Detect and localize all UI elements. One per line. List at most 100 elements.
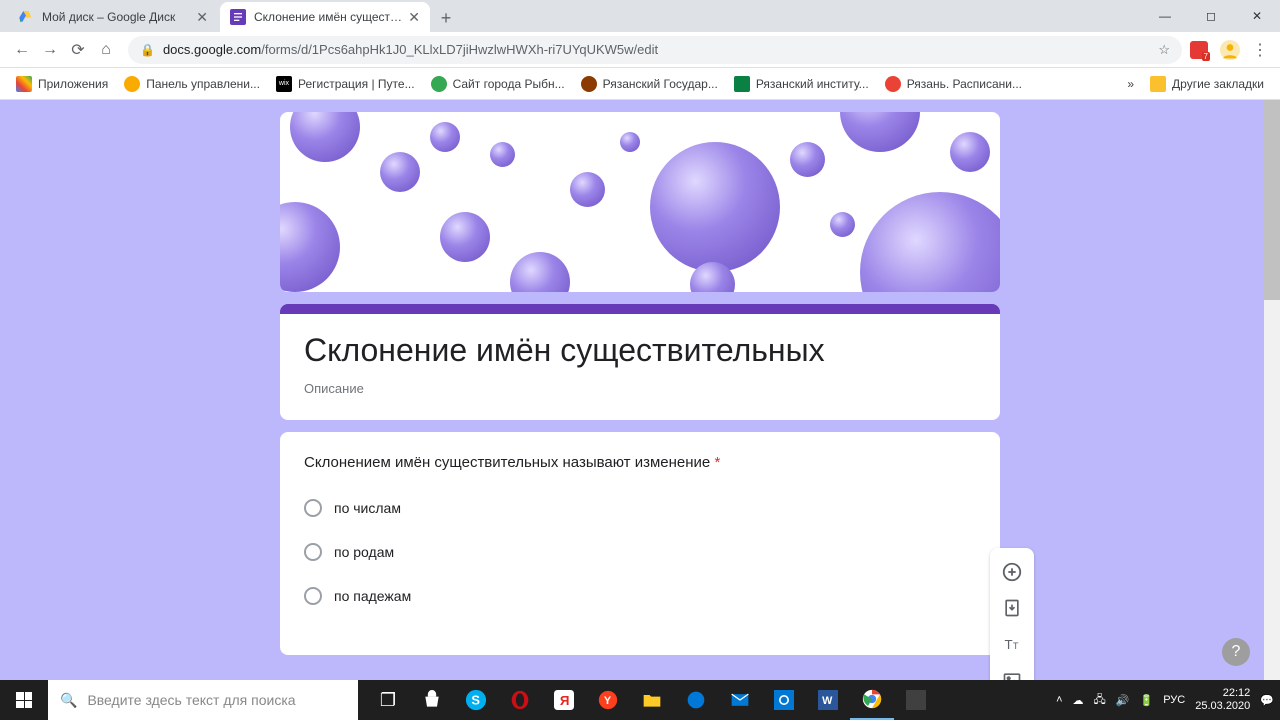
bookmark-icon: wix: [276, 76, 292, 92]
scrollbar[interactable]: [1264, 100, 1280, 680]
search-icon: 🔍: [60, 692, 77, 709]
minimize-button[interactable]: —: [1142, 0, 1188, 32]
chrome-icon[interactable]: [850, 680, 894, 720]
form-title[interactable]: Склонение имён существительных: [304, 332, 976, 369]
tab-drive[interactable]: Мой диск – Google Диск ✕: [8, 2, 218, 32]
bookmark-icon: [734, 76, 750, 92]
system-tray: ˄ ☁ 🖧 🔊 🔋 РУС 22:12 25.03.2020 💬: [1056, 687, 1280, 713]
network-icon[interactable]: 🖧: [1094, 691, 1106, 710]
radio-icon[interactable]: [304, 499, 322, 517]
radio-icon[interactable]: [304, 543, 322, 561]
notifications-icon[interactable]: 💬: [1260, 694, 1274, 707]
close-icon[interactable]: ✕: [196, 9, 208, 26]
other-bookmarks[interactable]: Другие закладки: [1142, 71, 1272, 97]
question-card[interactable]: Склонением имён существительных называют…: [280, 432, 1000, 655]
bookmark-item[interactable]: Рязань. Расписани...: [877, 71, 1030, 97]
bookmark-item[interactable]: wixРегистрация | Путе...: [268, 71, 423, 97]
forms-icon: [230, 9, 246, 25]
apps-button[interactable]: Приложения: [8, 71, 116, 97]
yandex-browser-icon[interactable]: Y: [586, 680, 630, 720]
home-button[interactable]: ⌂: [92, 36, 120, 64]
reload-button[interactable]: ⟳: [64, 36, 92, 64]
edge-icon[interactable]: [674, 680, 718, 720]
menu-icon[interactable]: ⋮: [1252, 40, 1268, 60]
required-marker: *: [714, 454, 720, 471]
svg-text:Y: Y: [604, 695, 612, 707]
bookmark-item[interactable]: Рязанский институ...: [726, 71, 877, 97]
yandex-icon[interactable]: Я: [542, 680, 586, 720]
apps-icon: [16, 76, 32, 92]
avatar-icon[interactable]: [1220, 40, 1240, 60]
bookmark-icon: [581, 76, 597, 92]
browser-titlebar: Мой диск – Google Диск ✕ Склонение имён …: [0, 0, 1280, 32]
onedrive-icon[interactable]: ☁: [1073, 694, 1084, 707]
add-question-button[interactable]: [994, 554, 1030, 590]
url-domain: docs.google.com: [163, 42, 261, 57]
maximize-button[interactable]: ◻: [1188, 0, 1234, 32]
scrollbar-thumb[interactable]: [1264, 100, 1280, 300]
clock[interactable]: 22:12 25.03.2020: [1195, 687, 1250, 713]
skype-icon[interactable]: S: [454, 680, 498, 720]
bookmark-item[interactable]: Панель управлени...: [116, 71, 268, 97]
svg-text:T: T: [1013, 641, 1019, 651]
windows-icon: [16, 692, 32, 708]
svg-text:T: T: [1005, 637, 1013, 652]
tab-forms[interactable]: Склонение имён существитель ✕: [220, 2, 430, 32]
bookmark-icon: [885, 76, 901, 92]
add-title-button[interactable]: TT: [994, 626, 1030, 662]
task-view-icon[interactable]: ❐: [366, 680, 410, 720]
explorer-icon[interactable]: [630, 680, 674, 720]
drive-icon: [18, 9, 34, 25]
help-button[interactable]: ?: [1222, 638, 1250, 666]
question-text[interactable]: Склонением имён существительных называют…: [304, 454, 976, 471]
taskbar-search[interactable]: 🔍Введите здесь текст для поиска: [48, 680, 358, 720]
tab-title: Мой диск – Google Диск: [42, 10, 190, 24]
bookmark-item[interactable]: Рязанский Государ...: [573, 71, 726, 97]
url-path: /forms/d/1Pcs6ahpHk1J0_KLlxLD7jiHwzlwHWX…: [261, 42, 658, 57]
bookmark-icon: [431, 76, 447, 92]
taskbar: 🔍Введите здесь текст для поиска ❐ S Я Y …: [0, 680, 1280, 720]
svg-text:S: S: [471, 693, 480, 708]
svg-text:W: W: [822, 695, 833, 707]
page-content: Склонение имён существительных Описание …: [0, 100, 1280, 680]
url-input[interactable]: 🔒 docs.google.com/forms/d/1Pcs6ahpHk1J0_…: [128, 36, 1182, 64]
extension-icon[interactable]: 7: [1190, 41, 1208, 59]
import-question-button[interactable]: [994, 590, 1030, 626]
add-image-button[interactable]: [994, 662, 1030, 680]
volume-icon[interactable]: 🔊: [1116, 694, 1130, 707]
battery-icon[interactable]: 🔋: [1140, 694, 1154, 707]
app-icon[interactable]: [894, 680, 938, 720]
start-button[interactable]: [0, 680, 48, 720]
option-row[interactable]: по числам: [304, 499, 976, 517]
bookmark-item[interactable]: Сайт города Рыбн...: [423, 71, 573, 97]
settings-icon[interactable]: [762, 680, 806, 720]
form-description[interactable]: Описание: [304, 381, 976, 396]
word-icon[interactable]: W: [806, 680, 850, 720]
star-icon[interactable]: ☆: [1158, 42, 1170, 58]
lock-icon: 🔒: [140, 43, 155, 57]
svg-text:Я: Я: [560, 693, 570, 708]
radio-icon[interactable]: [304, 587, 322, 605]
store-icon[interactable]: [410, 680, 454, 720]
taskbar-apps: ❐ S Я Y W: [366, 680, 938, 720]
back-button[interactable]: ←: [8, 36, 36, 64]
bookmark-icon: [124, 76, 140, 92]
form-title-card[interactable]: Склонение имён существительных Описание: [280, 304, 1000, 420]
forward-button[interactable]: →: [36, 36, 64, 64]
tray-chevron-icon[interactable]: ˄: [1056, 694, 1062, 706]
option-row[interactable]: по падежам: [304, 587, 976, 605]
mail-icon[interactable]: [718, 680, 762, 720]
form-banner: [280, 112, 1000, 292]
window-controls: — ◻ ✕: [1142, 0, 1280, 32]
form-toolbar: TT: [990, 548, 1034, 680]
opera-icon[interactable]: [498, 680, 542, 720]
address-bar: ← → ⟳ ⌂ 🔒 docs.google.com/forms/d/1Pcs6a…: [0, 32, 1280, 68]
bookmark-overflow[interactable]: »: [1119, 71, 1142, 97]
bookmarks-bar: Приложения Панель управлени... wixРегист…: [0, 68, 1280, 100]
close-icon[interactable]: ✕: [408, 9, 420, 26]
new-tab-button[interactable]: +: [432, 4, 460, 32]
folder-icon: [1150, 76, 1166, 92]
close-window-button[interactable]: ✕: [1234, 0, 1280, 32]
option-row[interactable]: по родам: [304, 543, 976, 561]
language-indicator[interactable]: РУС: [1163, 694, 1185, 706]
